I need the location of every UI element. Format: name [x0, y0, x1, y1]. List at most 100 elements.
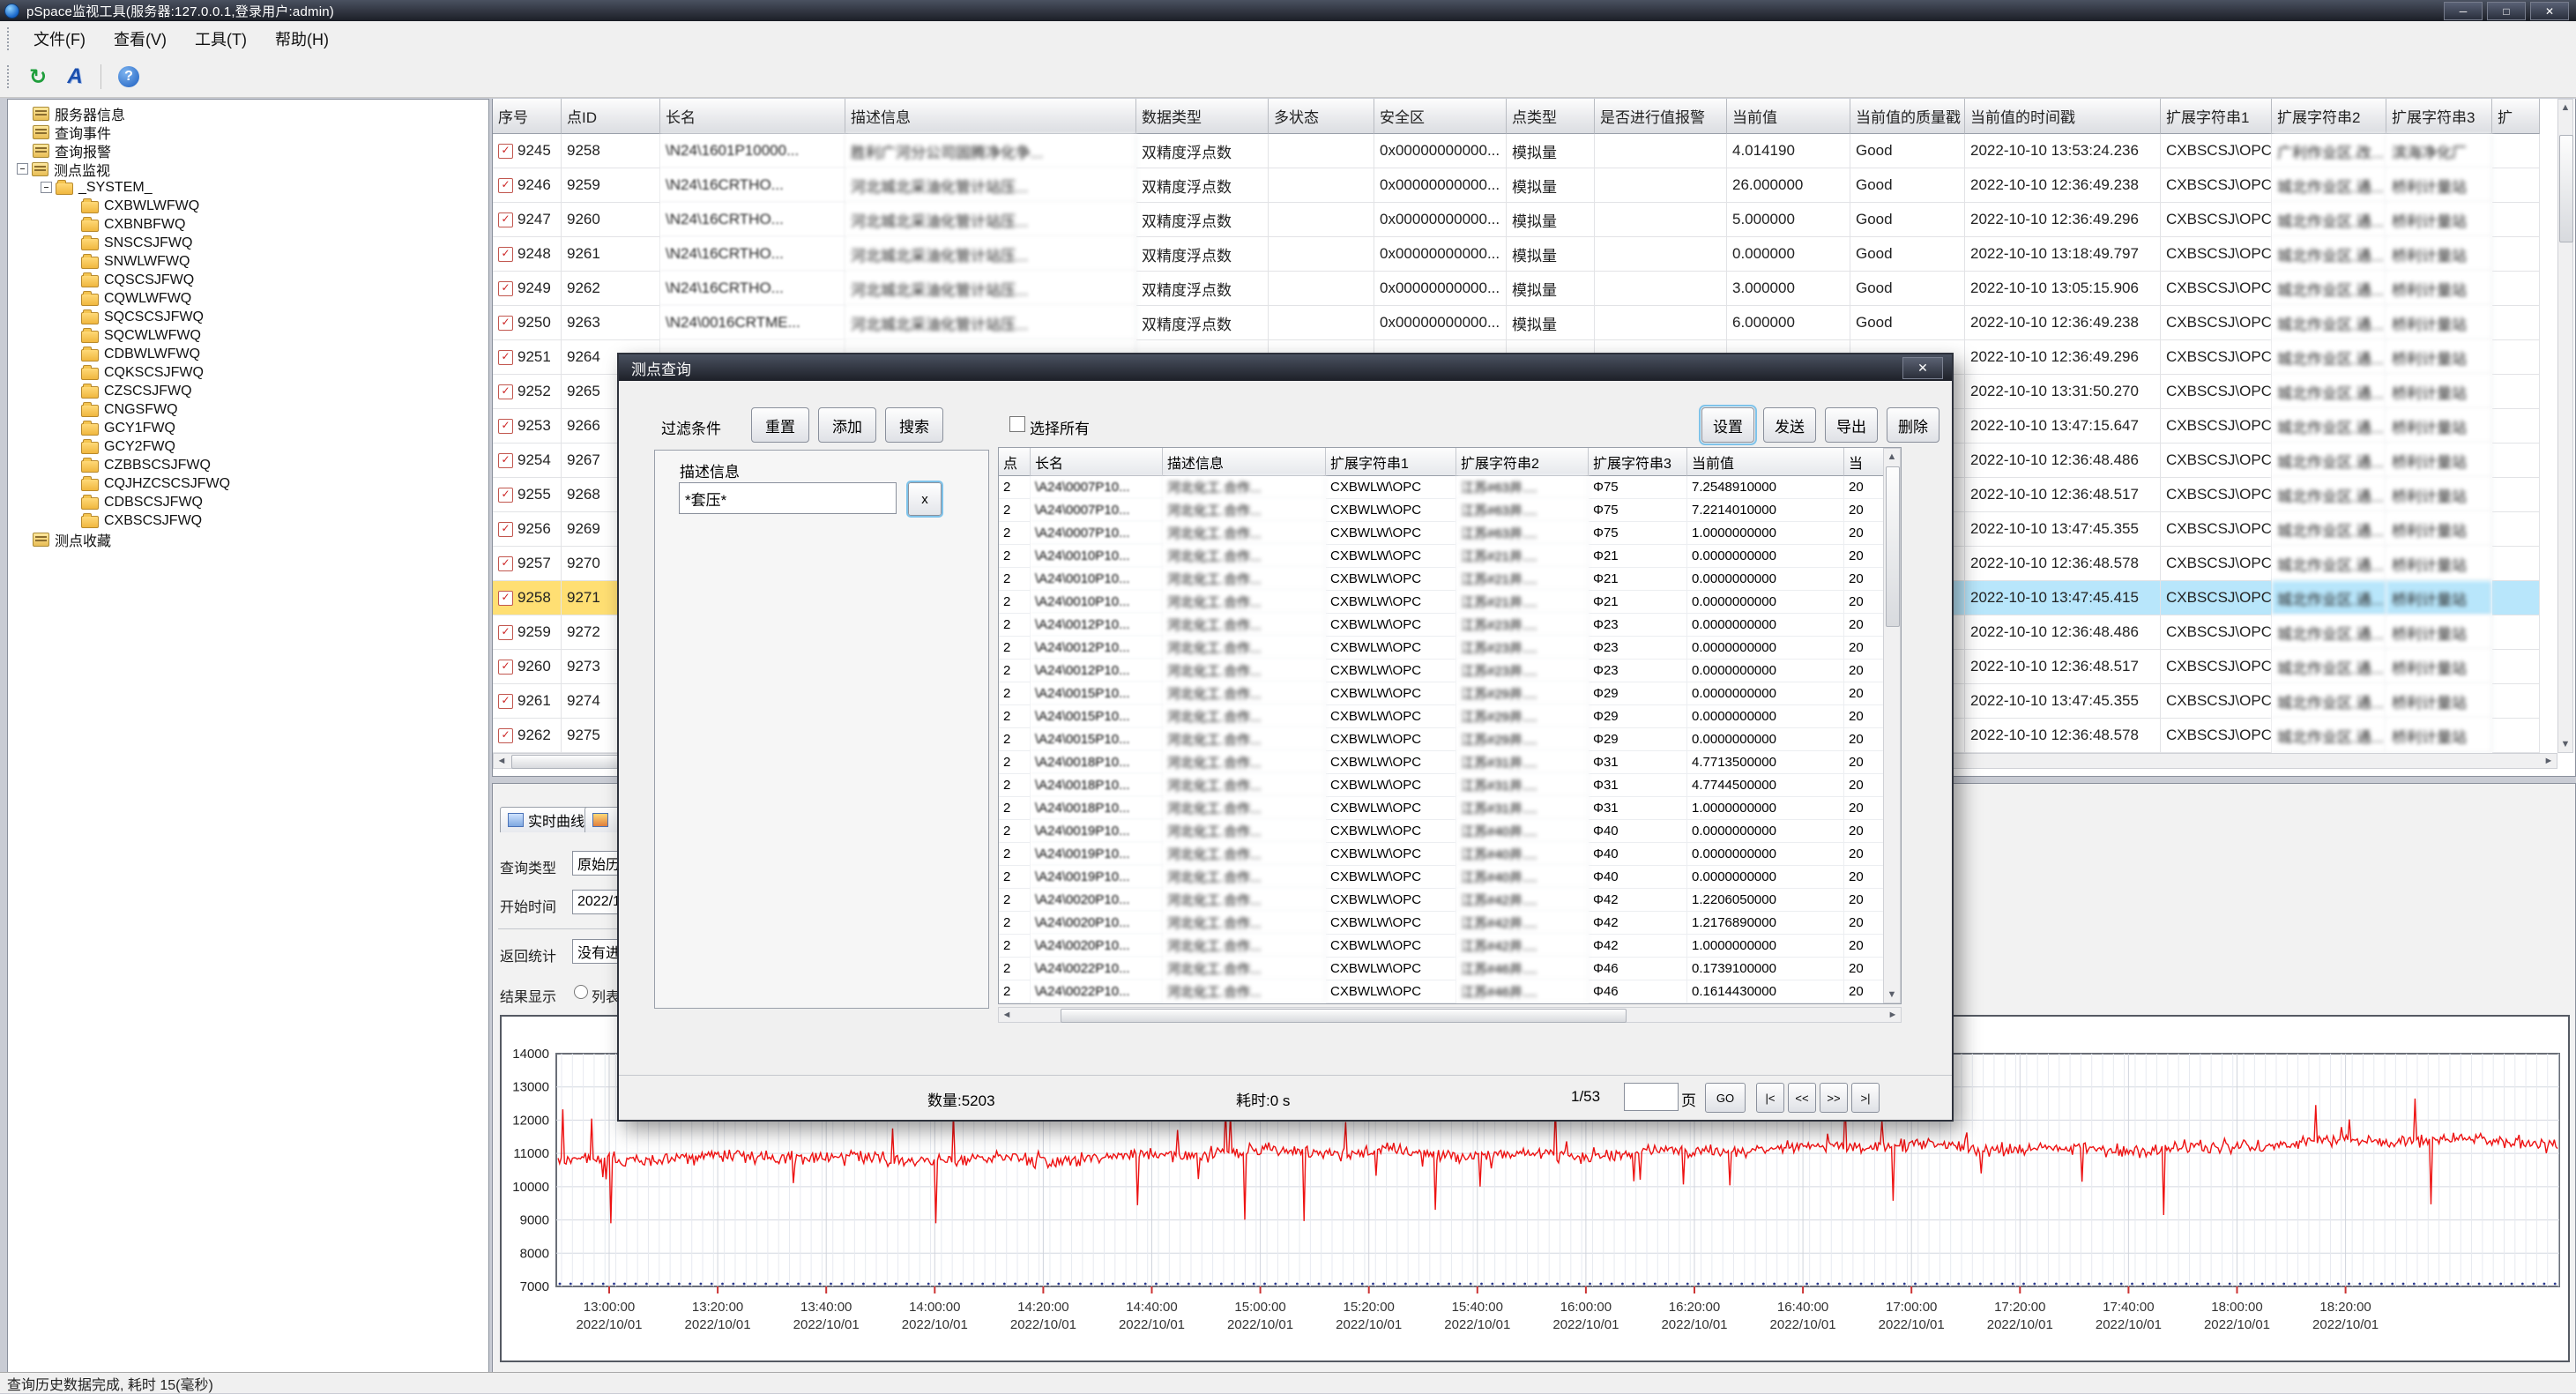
- collapse-icon[interactable]: [41, 182, 52, 193]
- scroll-left-icon[interactable]: ◄: [495, 756, 508, 766]
- dialog-table-row[interactable]: 2\A24\0020P10...河北化工.合作...CXBWLW\OPC江苏#4…: [999, 935, 1901, 958]
- go-button[interactable]: GO: [1705, 1083, 1746, 1113]
- column-header-5[interactable]: 多状态: [1269, 99, 1374, 134]
- menu-item-3[interactable]: 帮助(H): [261, 22, 343, 56]
- dialog-table-row[interactable]: 2\A24\0018P10...河北化工.合作...CXBWLW\OPC江苏#3…: [999, 774, 1901, 797]
- sidebar-item-SQCSCSJFWQ[interactable]: SQCSCSJFWQ: [8, 308, 488, 326]
- sidebar-item-CXBSCSJFWQ[interactable]: CXBSCSJFWQ: [8, 511, 488, 530]
- last-page-button[interactable]: >|: [1851, 1083, 1880, 1113]
- dialog-column-header-4[interactable]: 扩展字符串2: [1456, 448, 1589, 476]
- select-all-checkbox[interactable]: [1009, 416, 1025, 432]
- menu-item-2[interactable]: 工具(T): [181, 22, 261, 56]
- tab-realtime-curve[interactable]: 实时曲线: [500, 807, 592, 832]
- column-header-7[interactable]: 点类型: [1507, 99, 1595, 134]
- dialog-table-row[interactable]: 2\A24\0019P10...河北化工.合作...CXBWLW\OPC江苏#4…: [999, 843, 1901, 866]
- search-button[interactable]: 搜索: [885, 407, 943, 443]
- sidebar-item-服务器信息[interactable]: 服务器信息: [8, 104, 488, 123]
- table-row[interactable]: ✓92469259\N24\16CRTHO...河北城北采油化管计站压...双精…: [493, 168, 2575, 203]
- column-header-15[interactable]: 扩: [2492, 99, 2540, 134]
- delete-button[interactable]: 删除: [1887, 407, 1939, 443]
- dialog-table-row[interactable]: 2\A24\0019P10...河北化工.合作...CXBWLW\OPC江苏#4…: [999, 820, 1901, 843]
- send-button[interactable]: 发送: [1763, 407, 1816, 443]
- column-header-6[interactable]: 安全区: [1374, 99, 1507, 134]
- sidebar-item-测点收藏[interactable]: 测点收藏: [8, 530, 488, 548]
- sidebar-item-查询事件[interactable]: 查询事件: [8, 123, 488, 141]
- dialog-table-row[interactable]: 2\A24\0010P10...河北化工.合作...CXBWLW\OPC江苏#2…: [999, 591, 1901, 614]
- scroll-left-icon[interactable]: ◄: [1001, 1010, 1013, 1020]
- dialog-table-row[interactable]: 2\A24\0018P10...河北化工.合作...CXBWLW\OPC江苏#3…: [999, 751, 1901, 774]
- dialog-table-row[interactable]: 2\A24\0012P10...河北化工.合作...CXBWLW\OPC江苏#2…: [999, 637, 1901, 660]
- dialog-table-row[interactable]: 2\A24\0022P10...河北化工.合作...CXBWLW\OPC江苏#4…: [999, 958, 1901, 980]
- dialog-column-header-0[interactable]: 点: [999, 448, 1031, 476]
- sidebar-item-CQKSCSJFWQ[interactable]: CQKSCSJFWQ: [8, 363, 488, 382]
- scroll-up-icon[interactable]: ▲: [2560, 101, 2571, 114]
- first-page-button[interactable]: |<: [1756, 1083, 1784, 1113]
- column-header-2[interactable]: 长名: [660, 99, 845, 134]
- sidebar-item-CNGSFWQ[interactable]: CNGSFWQ: [8, 400, 488, 419]
- filter-value-input[interactable]: *套压*: [679, 482, 897, 514]
- hscroll-thumb[interactable]: [1061, 1009, 1627, 1023]
- vscroll-thumb[interactable]: [1886, 466, 1900, 627]
- scroll-down-icon[interactable]: ▼: [2560, 738, 2571, 750]
- sidebar-item-CQWLWFWQ[interactable]: CQWLWFWQ: [8, 289, 488, 308]
- dialog-column-header-2[interactable]: 描述信息: [1163, 448, 1326, 476]
- sidebar-item-CQSCSJFWQ[interactable]: CQSCSJFWQ: [8, 271, 488, 289]
- column-header-9[interactable]: 当前值: [1727, 99, 1850, 134]
- dialog-close-button[interactable]: ✕: [1902, 357, 1943, 379]
- table-row[interactable]: ✓92479260\N24\16CRTHO...河北城北采油化管计站压...双精…: [493, 203, 2575, 237]
- minimize-button[interactable]: ─: [2444, 2, 2483, 20]
- table-row[interactable]: ✓92509263\N24\0016CRTME...河北城北采油化管计站压...…: [493, 306, 2575, 340]
- menu-item-1[interactable]: 查看(V): [100, 22, 181, 56]
- help-button[interactable]: ?: [114, 62, 144, 92]
- dialog-table-row[interactable]: 2\A24\0010P10...河北化工.合作...CXBWLW\OPC江苏#2…: [999, 545, 1901, 568]
- sidebar-item-CXBWLWFWQ[interactable]: CXBWLWFWQ: [8, 197, 488, 215]
- dialog-table-row[interactable]: 2\A24\0020P10...河北化工.合作...CXBWLW\OPC江苏#4…: [999, 912, 1901, 935]
- dialog-column-header-7[interactable]: 当: [1844, 448, 1885, 476]
- column-header-8[interactable]: 是否进行值报警: [1595, 99, 1727, 134]
- sidebar-item-_SYSTEM_[interactable]: _SYSTEM_: [8, 178, 488, 197]
- dialog-vscrollbar[interactable]: ▲ ▼: [1883, 448, 1901, 1003]
- sidebar-item-SQCWLWFWQ[interactable]: SQCWLWFWQ: [8, 326, 488, 345]
- sidebar-item-GCY2FWQ[interactable]: GCY2FWQ: [8, 437, 488, 456]
- next-page-button[interactable]: >>: [1820, 1083, 1848, 1113]
- dialog-titlebar[interactable]: 测点查询: [619, 354, 1952, 381]
- column-header-12[interactable]: 扩展字符串1: [2161, 99, 2272, 134]
- sidebar-item-SNSCSJFWQ[interactable]: SNSCSJFWQ: [8, 234, 488, 252]
- page-number-input[interactable]: [1624, 1083, 1679, 1111]
- prev-page-button[interactable]: <<: [1788, 1083, 1816, 1113]
- dialog-table-row[interactable]: 2\A24\0007P10...河北化工.合作...CXBWLW\OPC江苏#6…: [999, 522, 1901, 545]
- sidebar-item-CDBWLWFWQ[interactable]: CDBWLWFWQ: [8, 345, 488, 363]
- table-vscrollbar[interactable]: ▲ ▼: [2557, 99, 2573, 753]
- dialog-table-row[interactable]: 2\A24\0015P10...河北化工.合作...CXBWLW\OPC江苏#2…: [999, 705, 1901, 728]
- sidebar-item-CZSCSJFWQ[interactable]: CZSCSJFWQ: [8, 382, 488, 400]
- sidebar-item-GCY1FWQ[interactable]: GCY1FWQ: [8, 419, 488, 437]
- column-header-4[interactable]: 数据类型: [1136, 99, 1269, 134]
- sidebar-item-SNWLWFWQ[interactable]: SNWLWFWQ: [8, 252, 488, 271]
- column-header-14[interactable]: 扩展字符串3: [2386, 99, 2492, 134]
- column-header-11[interactable]: 当前值的时间戳: [1965, 99, 2161, 134]
- collapse-icon[interactable]: [17, 163, 28, 175]
- close-button[interactable]: ✕: [2530, 2, 2569, 20]
- scroll-right-icon[interactable]: ►: [2542, 756, 2555, 766]
- dialog-table-row[interactable]: 2\A24\0022P10...河北化工.合作...CXBWLW\OPC江苏#4…: [999, 980, 1901, 1003]
- table-row[interactable]: ✓92459258\N24\1601P10000...胜利广河分公司固腾净化争.…: [493, 134, 2575, 168]
- sidebar-item-测点监视[interactable]: 测点监视: [8, 160, 488, 178]
- dialog-table-row[interactable]: 2\A24\0018P10...河北化工.合作...CXBWLW\OPC江苏#3…: [999, 797, 1901, 820]
- sidebar-item-查询报警[interactable]: 查询报警: [8, 141, 488, 160]
- column-header-10[interactable]: 当前值的质量戳: [1850, 99, 1965, 134]
- menu-item-0[interactable]: 文件(F): [19, 22, 100, 56]
- column-header-0[interactable]: 序号: [493, 99, 562, 134]
- sidebar-item-CDBSCSJFWQ[interactable]: CDBSCSJFWQ: [8, 493, 488, 511]
- dialog-column-header-5[interactable]: 扩展字符串3: [1589, 448, 1687, 476]
- dialog-column-header-6[interactable]: 当前值: [1687, 448, 1844, 476]
- dialog-table-row[interactable]: 2\A24\0015P10...河北化工.合作...CXBWLW\OPC江苏#2…: [999, 728, 1901, 751]
- maximize-button[interactable]: □: [2487, 2, 2526, 20]
- export-button[interactable]: 导出: [1825, 407, 1878, 443]
- dialog-column-header-1[interactable]: 长名: [1031, 448, 1163, 476]
- filter-clear-button[interactable]: x: [908, 482, 942, 516]
- reset-button[interactable]: 重置: [751, 407, 809, 443]
- column-header-1[interactable]: 点ID: [562, 99, 660, 134]
- dialog-column-header-3[interactable]: 扩展字符串1: [1326, 448, 1456, 476]
- dialog-table-row[interactable]: 2\A24\0007P10...河北化工.合作...CXBWLW\OPC江苏#6…: [999, 499, 1901, 522]
- add-button[interactable]: 添加: [818, 407, 876, 443]
